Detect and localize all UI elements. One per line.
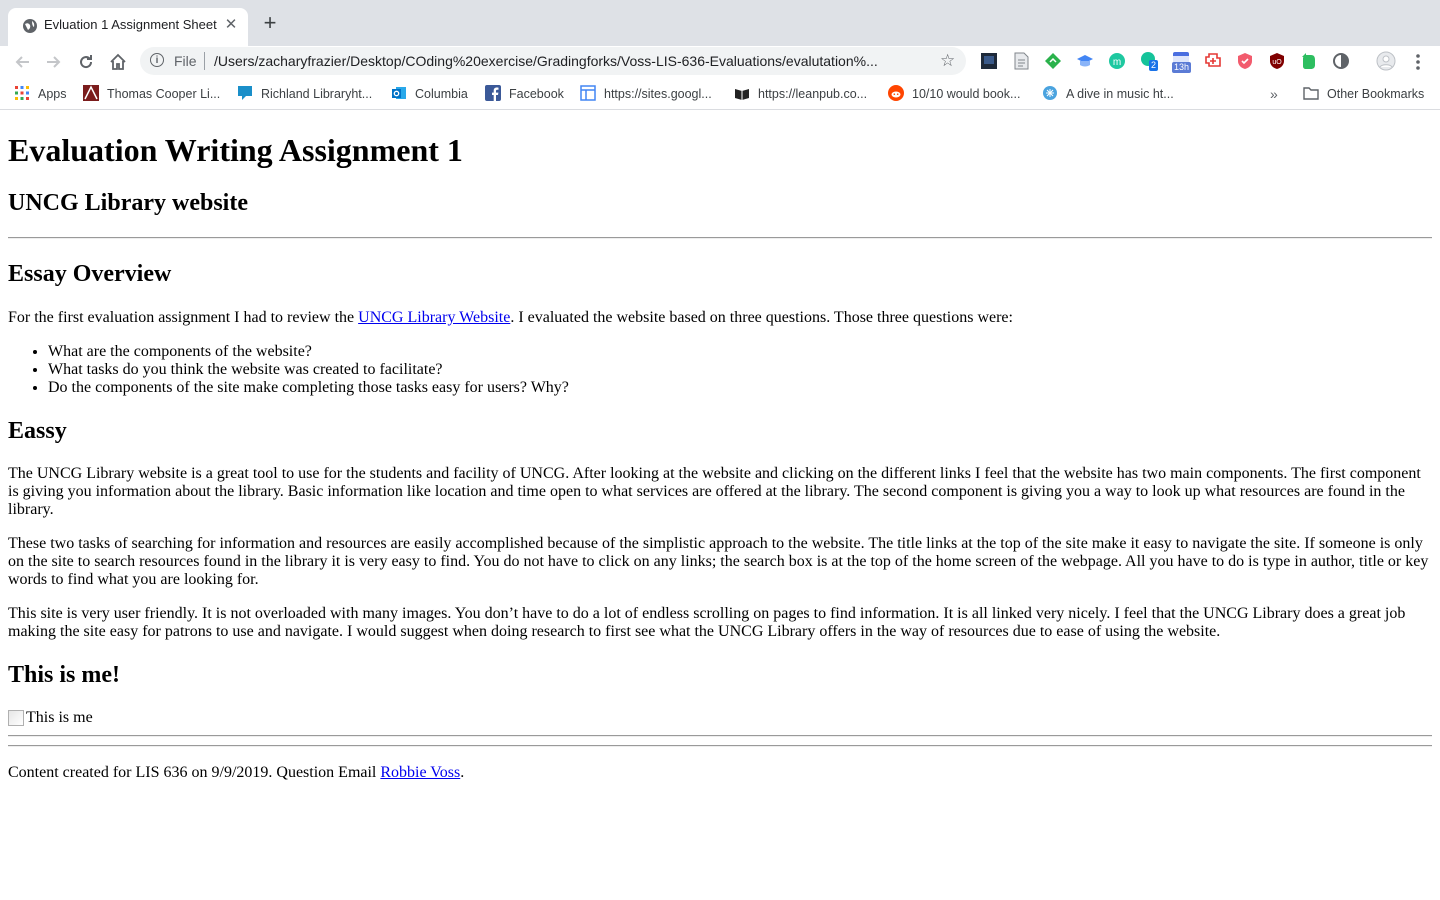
bookmark-richland-library[interactable]: Richland Libraryht... bbox=[237, 84, 372, 104]
forward-button[interactable] bbox=[41, 49, 67, 75]
feedly-icon[interactable] bbox=[1044, 52, 1062, 70]
bookmark-label: Apps bbox=[38, 87, 67, 101]
divider bbox=[8, 745, 1432, 747]
section-heading-essay: Eassy bbox=[8, 418, 67, 444]
bookmark-label: 10/10 would book... bbox=[912, 87, 1021, 101]
robbie-voss-email-link[interactable]: Robbie Voss bbox=[380, 764, 460, 781]
puzzle-extension-icon[interactable] bbox=[1204, 52, 1222, 70]
evernote-icon[interactable] bbox=[1300, 52, 1318, 70]
svg-text:uO: uO bbox=[1272, 59, 1282, 66]
broken-image-icon bbox=[8, 710, 24, 726]
apps-grid-icon bbox=[15, 86, 29, 100]
shield-icon[interactable] bbox=[1236, 52, 1254, 70]
other-bookmarks-label: Other Bookmarks bbox=[1327, 87, 1425, 101]
globe-icon bbox=[23, 19, 37, 33]
questions-list: What are the components of the website? … bbox=[8, 343, 1432, 397]
bookmark-music[interactable]: A dive in music ht... bbox=[1042, 84, 1174, 104]
browser-toolbar: i File /Users/zacharyfrazier/Desktop/COd… bbox=[0, 46, 1440, 78]
address-bar[interactable]: i File /Users/zacharyfrazier/Desktop/COd… bbox=[140, 47, 966, 75]
more-vertical-icon bbox=[1416, 54, 1420, 70]
overview-intro: For the first evaluation assignment I ha… bbox=[8, 309, 1013, 326]
bookmark-reddit[interactable]: 10/10 would book... bbox=[888, 84, 1020, 104]
bookmarks-overflow-button[interactable]: » bbox=[1270, 84, 1278, 104]
home-icon bbox=[110, 53, 126, 70]
footer-text: Content created for LIS 636 on 9/9/2019.… bbox=[8, 764, 465, 781]
list-item: What are the components of the website? bbox=[48, 343, 1432, 361]
essay-paragraph: These two tasks of searching for informa… bbox=[8, 535, 1429, 588]
reload-icon bbox=[80, 55, 93, 69]
essay-paragraph: This site is very user friendly. It is n… bbox=[8, 605, 1406, 640]
back-button[interactable] bbox=[9, 49, 35, 75]
address-scheme-label: File bbox=[174, 53, 197, 69]
outlook-icon bbox=[392, 87, 406, 99]
library-icon bbox=[83, 85, 99, 101]
address-url[interactable]: /Users/zacharyfrazier/Desktop/COding%20e… bbox=[214, 53, 914, 69]
browser-menu-button[interactable] bbox=[1410, 49, 1426, 75]
graduation-cap-icon[interactable] bbox=[1076, 52, 1094, 70]
bookmark-google-sites[interactable]: https://sites.googl... bbox=[580, 84, 712, 104]
bookmark-label: Richland Libraryht... bbox=[261, 87, 373, 101]
document-icon[interactable] bbox=[1012, 52, 1030, 70]
active-tab[interactable]: Evluation 1 Assignment Sheet ✕ bbox=[8, 8, 248, 46]
book-extension-icon[interactable] bbox=[980, 52, 998, 70]
page-viewport: Evaluation Writing Assignment 1 UNCG Lib… bbox=[0, 111, 1440, 900]
svg-text:m: m bbox=[1113, 57, 1121, 68]
divider bbox=[8, 237, 1432, 239]
bookmark-label: Thomas Cooper Li... bbox=[107, 87, 221, 101]
info-icon[interactable]: i bbox=[150, 53, 164, 67]
bookmark-label: Columbia bbox=[415, 87, 468, 101]
section-heading-me: This is me! bbox=[8, 662, 121, 688]
bookmark-thomas-cooper[interactable]: Thomas Cooper Li... bbox=[83, 84, 220, 104]
music-icon bbox=[1043, 86, 1057, 100]
grammarly-extension[interactable]: 2 bbox=[1140, 51, 1162, 73]
folder-icon bbox=[1303, 87, 1319, 100]
bookmark-columbia[interactable]: Columbia bbox=[391, 84, 468, 104]
divider bbox=[8, 735, 1432, 737]
bookmark-star-icon[interactable]: ☆ bbox=[940, 51, 955, 71]
arrow-left-icon bbox=[15, 56, 29, 68]
essay-paragraph: The UNCG Library website is a great tool… bbox=[8, 465, 1421, 518]
grammarly-badge: 2 bbox=[1149, 60, 1159, 71]
leanpub-icon bbox=[735, 89, 749, 100]
other-bookmarks-folder[interactable]: Other Bookmarks bbox=[1303, 84, 1424, 104]
facebook-icon bbox=[485, 85, 501, 101]
list-item: Do the components of the site make compl… bbox=[48, 379, 1432, 397]
list-item: What tasks do you think the website was … bbox=[48, 361, 1432, 379]
calendar-badge: 13h bbox=[1172, 62, 1192, 73]
new-tab-button[interactable]: + bbox=[258, 12, 282, 36]
google-sites-icon bbox=[580, 85, 596, 101]
bookmark-apps[interactable]: Apps bbox=[14, 84, 67, 104]
section-heading-overview: Essay Overview bbox=[8, 261, 172, 287]
page-subtitle: UNCG Library website bbox=[8, 190, 248, 216]
profile-image: This is me bbox=[8, 709, 1432, 727]
bookmarks-bar: Apps Thomas Cooper Li... Richland Librar… bbox=[0, 78, 1440, 110]
bookmark-label: https://leanpub.co... bbox=[758, 87, 868, 101]
profile-avatar-icon[interactable] bbox=[1376, 51, 1396, 71]
tab-close-icon[interactable]: ✕ bbox=[222, 16, 240, 34]
bookmark-label: A dive in music ht... bbox=[1066, 87, 1174, 101]
bookmark-label: Facebook bbox=[509, 87, 564, 101]
calendar-extension[interactable]: 13h bbox=[1172, 51, 1194, 73]
bookmark-label: https://sites.googl... bbox=[604, 87, 712, 101]
image-alt-text: This is me bbox=[26, 709, 93, 726]
library-icon bbox=[238, 86, 252, 100]
page-title: Evaluation Writing Assignment 1 bbox=[8, 132, 463, 168]
bookmark-facebook[interactable]: Facebook bbox=[485, 84, 564, 104]
home-button[interactable] bbox=[105, 49, 131, 75]
uncg-library-website-link[interactable]: UNCG Library Website bbox=[358, 309, 510, 326]
ublock-icon[interactable]: uO bbox=[1268, 52, 1286, 70]
bookmark-leanpub[interactable]: https://leanpub.co... bbox=[734, 84, 867, 104]
reload-button[interactable] bbox=[73, 49, 99, 75]
tab-strip: Evluation 1 Assignment Sheet ✕ + bbox=[0, 0, 1440, 46]
mendeley-icon[interactable]: m bbox=[1108, 52, 1126, 70]
reddit-icon bbox=[888, 85, 904, 101]
arrow-right-icon bbox=[47, 56, 61, 68]
document-body: Evaluation Writing Assignment 1 UNCG Lib… bbox=[8, 111, 1432, 782]
address-divider bbox=[204, 52, 205, 70]
loading-circle-icon[interactable] bbox=[1332, 52, 1350, 70]
tab-title: Evluation 1 Assignment Sheet bbox=[44, 17, 217, 32]
